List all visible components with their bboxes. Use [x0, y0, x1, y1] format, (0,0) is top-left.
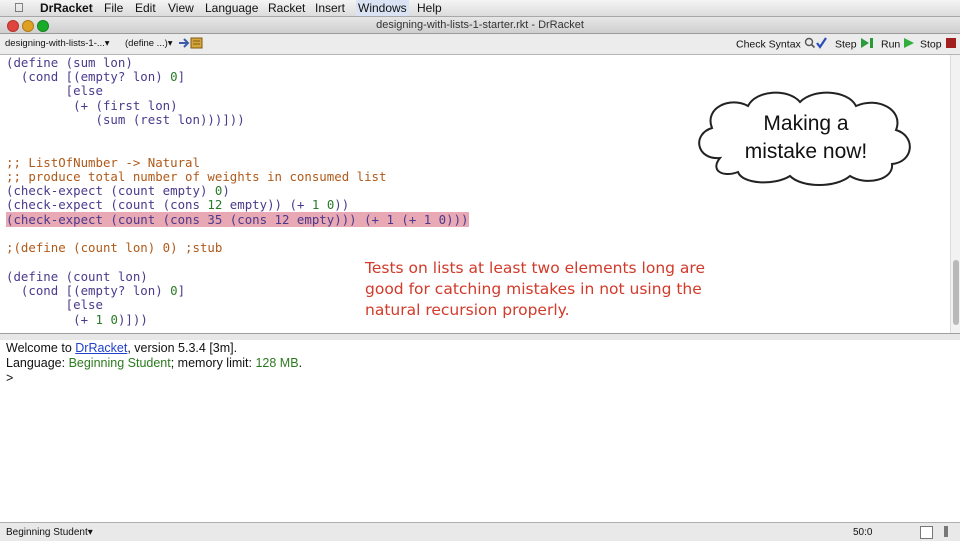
zoom-window-icon[interactable]	[37, 20, 49, 32]
cloud-line: mistake now!	[744, 140, 868, 163]
check-syntax-icon	[804, 37, 828, 52]
menu-racket[interactable]: Racket	[268, 0, 305, 16]
check-syntax-label: Check Syntax	[736, 38, 801, 51]
language-name: Beginning Student	[68, 356, 171, 370]
interactions-pane[interactable]: Welcome to DrRacket, version 5.3.4 [3m].…	[0, 340, 960, 522]
stop-icon	[945, 37, 957, 52]
instructor-annotation: Tests on lists at least two elements lon…	[365, 258, 785, 321]
language-line: Language: Beginning Student; memory limi…	[6, 356, 303, 370]
menu-file[interactable]: File	[104, 0, 123, 16]
menu-windows[interactable]: Windows	[356, 0, 409, 16]
define-dropdown-label: (define ...)	[125, 38, 168, 49]
status-indicator	[944, 526, 948, 537]
menu-bar:  DrRacket File Edit View Language Racke…	[0, 0, 960, 17]
stop-button[interactable]: Stop	[920, 37, 957, 52]
apple-logo-icon[interactable]: 	[14, 0, 24, 16]
menu-insert[interactable]: Insert	[315, 0, 345, 16]
stop-label: Stop	[920, 38, 942, 51]
menu-edit[interactable]: Edit	[135, 0, 156, 16]
failed-test-highlight: (check-expect (count (cons 35 (cons 12 e…	[6, 212, 469, 227]
menu-app[interactable]: DrRacket	[40, 0, 93, 16]
window-title: designing-with-lists-1-starter.rkt - DrR…	[376, 19, 584, 31]
cursor-position: 50:0	[853, 527, 873, 538]
scrollbar-thumb[interactable]	[953, 260, 959, 325]
chevron-down-icon: ▾	[87, 527, 93, 538]
run-icon	[903, 37, 915, 52]
code-line: (sum (rest lon)))]))	[6, 112, 245, 127]
code-line: [else	[6, 297, 103, 312]
cloud-text: Making a mistake now!	[712, 110, 900, 166]
memory-limit: 128 MB	[255, 356, 299, 370]
menu-help[interactable]: Help	[417, 0, 442, 16]
chevron-down-icon: ▾	[104, 38, 110, 49]
drracket-link[interactable]: DrRacket	[75, 341, 127, 355]
failed-test-line: (check-expect (count (cons 35 (cons 12 e…	[6, 212, 469, 227]
code-line: [else	[6, 83, 103, 98]
language-selector-label: Beginning Student	[6, 527, 88, 538]
check-syntax-button[interactable]: Check Syntax	[736, 37, 828, 52]
code-comment: ;(define (count lon) 0) ;stub	[6, 240, 223, 255]
file-dropdown-label: designing-with-lists-1-...	[5, 38, 105, 49]
step-icon	[860, 37, 874, 52]
welcome-line: Welcome to DrRacket, version 5.3.4 [3m].	[6, 341, 238, 355]
define-dropdown[interactable]: (define ...)▾	[125, 38, 173, 49]
minimize-window-icon[interactable]	[22, 20, 34, 32]
status-checkbox[interactable]	[920, 526, 933, 539]
chevron-down-icon: ▾	[167, 38, 173, 49]
window-title-bar: designing-with-lists-1-starter.rkt - DrR…	[0, 17, 960, 34]
step-button[interactable]: Step	[835, 37, 874, 52]
navigate-icon[interactable]	[178, 36, 204, 53]
code-line: (+ 1 0)]))	[6, 312, 148, 327]
toolbar: designing-with-lists-1-...▾ (define ...)…	[0, 34, 960, 55]
code-line: (check-expect (count (cons 12 empty)) (+…	[6, 197, 350, 212]
file-dropdown[interactable]: designing-with-lists-1-...▾	[5, 38, 110, 49]
cloud-line: Making a	[763, 112, 849, 135]
repl-prompt[interactable]: >	[6, 371, 13, 385]
annotation-line: natural recursion properly.	[365, 301, 570, 319]
step-label: Step	[835, 38, 857, 51]
run-label: Run	[881, 38, 901, 51]
run-button[interactable]: Run	[881, 37, 915, 52]
close-window-icon[interactable]	[7, 20, 19, 32]
menu-view[interactable]: View	[168, 0, 194, 16]
annotation-line: Tests on lists at least two elements lon…	[365, 259, 705, 277]
annotation-line: good for catching mistakes in not using …	[365, 280, 702, 298]
menu-language[interactable]: Language	[205, 0, 258, 16]
status-bar: Beginning Student▾ 50:0	[0, 522, 960, 541]
language-selector[interactable]: Beginning Student▾	[6, 527, 93, 538]
editor-scrollbar[interactable]	[950, 55, 960, 333]
